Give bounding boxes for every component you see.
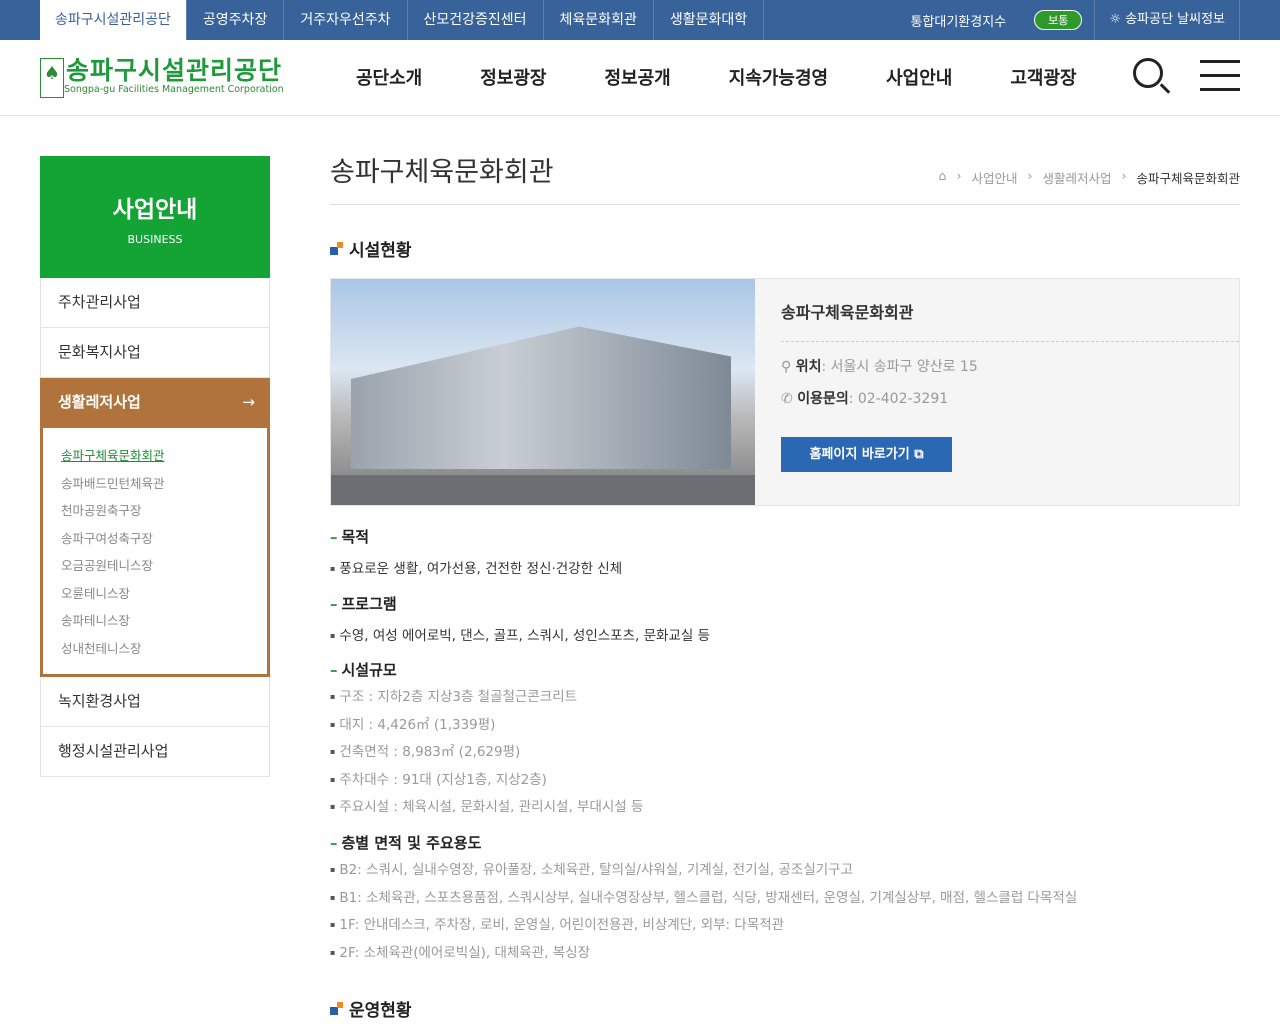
list-item: 대지 : 4,426㎡ (1,339평) [330, 711, 1240, 739]
list-item: 1F: 안내데스크, 주차장, 로비, 운영실, 어린이전용관, 비상계단, 외… [330, 911, 1240, 939]
square-bullet-icon [330, 1002, 343, 1015]
sidebar-submenu: 송파구체육문화회관 송파배드민턴체육관 천마공원축구장 송파구여성축구장 오금공… [40, 428, 270, 677]
facility-card: 송파구체육문화회관 ⚲ 위치: 서울시 송파구 양산로 15 ✆ 이용문의: 0… [330, 278, 1240, 506]
homepage-button[interactable]: 홈페이지 바로가기 ⧉ [781, 437, 952, 472]
logo-text: 송파구시설관리공단 [66, 56, 283, 85]
search-icon[interactable] [1133, 58, 1163, 88]
list-item: B2: 스쿼시, 실내수영장, 유아풀장, 소체육관, 탈의실/샤워실, 기계실… [330, 856, 1240, 884]
list-item: 풍요로운 생활, 여가선용, 건전한 정신·건강한 신체 [330, 555, 1240, 583]
top-bar: 송파구시설관리공단 공영주차장 거주자우선주차 산모건강증진센터 체육문화회관 … [0, 0, 1280, 40]
scale-section: –시설규모 구조 : 지하2층 지상3층 철골철근콘크리트 대지 : 4,426… [330, 659, 1240, 821]
sidebar-item-parking[interactable]: 주차관리사업 [40, 278, 270, 328]
list-item: 주차대수 : 91대 (지상1층, 지상2층) [330, 766, 1240, 794]
weather-label: 송파공단 날씨정보 [1125, 12, 1225, 27]
arrow-right-icon: → [242, 393, 255, 411]
list-item: 구조 : 지하2층 지상3층 철골철근콘크리트 [330, 683, 1240, 711]
submenu-item[interactable]: 송파배드민턴체육관 [61, 470, 267, 498]
home-icon[interactable]: ⌂ [939, 168, 947, 187]
air-quality[interactable]: 통합대기환경지수 보통 [910, 0, 1096, 40]
nav-business[interactable]: 사업안내 [886, 64, 952, 90]
purpose-section: –목적 풍요로운 생활, 여가선용, 건전한 정신·건강한 신체 [330, 526, 1240, 583]
tree-logo-icon: ♠ [40, 58, 64, 98]
location: ⚲ 위치: 서울시 송파구 양산로 15 [781, 359, 978, 375]
submenu-item[interactable]: 성내천테니스장 [61, 635, 267, 663]
external-link-icon: ⧉ [914, 447, 924, 462]
nav-sustainability[interactable]: 지속가능경영 [729, 64, 828, 90]
logo[interactable]: ♠ 송파구시설관리공단 Songpa-gu Facilities Manageme… [40, 58, 284, 98]
sidebar-item-admin[interactable]: 행정시설관리사업 [40, 727, 270, 777]
breadcrumb-item[interactable]: 생활레저사업 [1042, 168, 1111, 187]
sidebar-item-culture[interactable]: 문화복지사업 [40, 328, 270, 378]
sun-icon: ☼ [1109, 12, 1126, 27]
site-tab-sisul[interactable]: 송파구시설관리공단 [40, 0, 187, 40]
submenu-item[interactable]: 송파구여성축구장 [61, 525, 267, 553]
hamburger-menu-icon[interactable] [1200, 60, 1240, 102]
nav-info[interactable]: 정보광장 [480, 64, 546, 90]
list-item: 수영, 여성 에어로빅, 댄스, 골프, 스쿼시, 성인스포츠, 문화교실 등 [330, 622, 1240, 650]
air-label: 통합대기환경지수 [910, 14, 1007, 30]
submenu-item[interactable]: 오륜테니스장 [61, 580, 267, 608]
submenu-item[interactable]: 천마공원축구장 [61, 497, 267, 525]
facility-name: 송파구체육문화회관 [781, 299, 1239, 342]
logo-subtext: Songpa-gu Facilities Management Corporat… [64, 84, 284, 95]
air-status-badge: 보통 [1034, 10, 1083, 30]
submenu-item[interactable]: 송파구체육문화회관 [61, 442, 267, 470]
breadcrumb-current: 송파구체육문화회관 [1136, 171, 1240, 186]
nav-customer[interactable]: 고객광장 [1010, 64, 1076, 90]
facility-photo [331, 279, 755, 505]
submenu-item[interactable]: 송파테니스장 [61, 607, 267, 635]
site-tab-college[interactable]: 생활문화대학 [654, 0, 765, 40]
program-section: –프로그램 수영, 여성 에어로빅, 댄스, 골프, 스쿼시, 성인스포츠, 문… [330, 593, 1240, 650]
sidebar-title: 사업안내 BUSINESS [40, 156, 270, 278]
site-tab-maternal[interactable]: 산모건강증진센터 [408, 0, 544, 40]
list-item: 주요시설 : 체육시설, 문화시설, 관리시설, 부대시설 등 [330, 793, 1240, 821]
sidebar: 사업안내 BUSINESS 주차관리사업 문화복지사업 생활레저사업 → 송파구체육… [40, 156, 270, 777]
phone: ✆ 이용문의: 02-402-3291 [781, 391, 949, 407]
main-nav: 공단소개 정보광장 정보공개 지속가능경영 사업안내 고객광장 [356, 64, 1135, 90]
list-item: 건축면적 : 8,983㎡ (2,629평) [330, 738, 1240, 766]
phone-icon: ✆ [781, 391, 798, 407]
breadcrumb-item[interactable]: 사업안내 [971, 168, 1017, 187]
list-item: B1: 소체육관, 스포츠용품점, 스쿼시상부, 실내수영장상부, 헬스클럽, … [330, 884, 1240, 912]
header: ♠ 송파구시설관리공단 Songpa-gu Facilities Manageme… [0, 40, 1280, 116]
sidebar-item-green[interactable]: 녹지환경사업 [40, 677, 270, 727]
sidebar-item-leisure[interactable]: 생활레저사업 → [40, 378, 270, 428]
main-content: 송파구체육문화회관 ⌂ › 사업안내 › 생활레저사업 › 송파구체육문화회관 시설현… [330, 150, 1240, 1021]
list-item: 2F: 소체육관(에어로빅실), 대체육관, 복싱장 [330, 939, 1240, 967]
nav-about[interactable]: 공단소개 [356, 64, 422, 90]
submenu-item[interactable]: 오금공원테니스장 [61, 552, 267, 580]
site-tab-parking[interactable]: 공영주차장 [187, 0, 285, 40]
section-heading: 시설현황 [330, 236, 412, 261]
section-heading: 운영현황 [330, 996, 412, 1021]
site-tab-sports[interactable]: 체육문화회관 [544, 0, 654, 40]
weather-link[interactable]: ☼ 송파공단 날씨정보 [1095, 0, 1240, 40]
nav-disclosure[interactable]: 정보공개 [605, 64, 671, 90]
breadcrumb: ⌂ › 사업안내 › 생활레저사업 › 송파구체육문화회관 [938, 168, 1240, 187]
pin-icon: ⚲ [781, 359, 796, 375]
square-bullet-icon [330, 242, 343, 255]
site-tab-resident-parking[interactable]: 거주자우선주차 [284, 0, 408, 40]
floors-section: –층별 면적 및 주요용도 B2: 스쿼시, 실내수영장, 유아풀장, 소체육관… [330, 832, 1240, 966]
